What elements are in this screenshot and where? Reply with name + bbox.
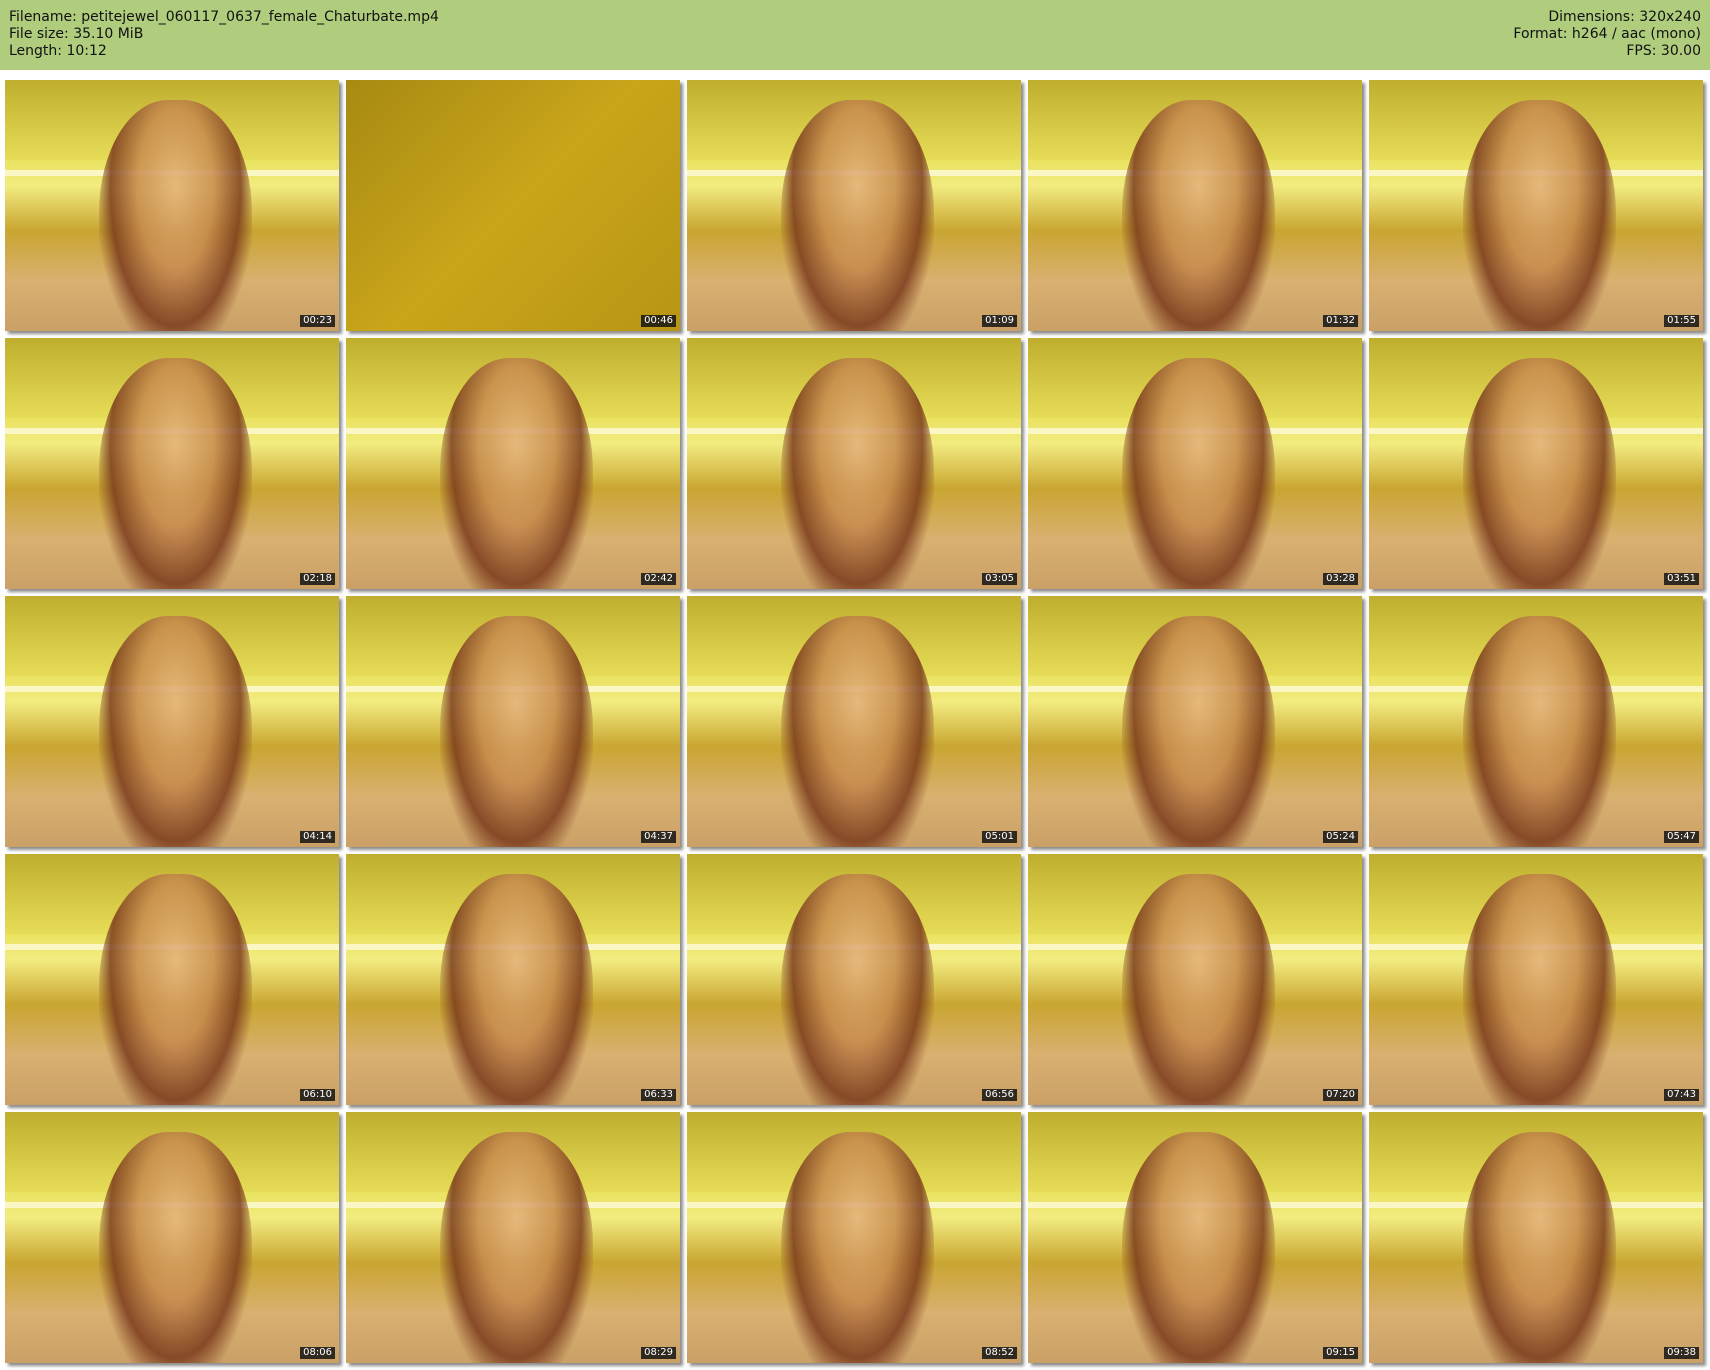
timestamp-label: 03:51 — [1664, 573, 1699, 585]
thumbnail-subject — [780, 616, 935, 847]
thumbnail-subject — [780, 874, 935, 1105]
video-thumbnail: 00:23 — [5, 80, 339, 331]
video-thumbnail: 03:05 — [687, 338, 1021, 589]
video-thumbnail: 02:42 — [346, 338, 680, 589]
video-thumbnail: 08:52 — [687, 1112, 1021, 1363]
timestamp-label: 03:28 — [1323, 573, 1358, 585]
thumbnail-subject — [98, 358, 253, 589]
timestamp-label: 00:23 — [300, 315, 335, 327]
fps: FPS: 30.00 — [1626, 43, 1701, 59]
format: Format: h264 / aac (mono) — [1513, 26, 1701, 42]
thumbnail-subject — [780, 1132, 935, 1363]
info-header: Filename: petitejewel_060117_0637_female… — [0, 0, 1710, 70]
timestamp-label: 01:55 — [1664, 315, 1699, 327]
video-thumbnail: 00:46 — [346, 80, 680, 331]
video-thumbnail: 07:43 — [1369, 854, 1703, 1105]
video-thumbnail: 04:37 — [346, 596, 680, 847]
timestamp-label: 06:56 — [982, 1089, 1017, 1101]
length: Length: 10:12 — [9, 43, 107, 59]
timestamp-label: 02:18 — [300, 573, 335, 585]
timestamp-label: 06:10 — [300, 1089, 335, 1101]
thumbnail-subject — [780, 358, 935, 589]
timestamp-label: 01:09 — [982, 315, 1017, 327]
thumbnail-subject — [1121, 1132, 1276, 1363]
thumbnail-subject — [1462, 1132, 1617, 1363]
video-thumbnail: 01:32 — [1028, 80, 1362, 331]
timestamp-label: 02:42 — [641, 573, 676, 585]
timestamp-label: 05:01 — [982, 831, 1017, 843]
dimensions: Dimensions: 320x240 — [1548, 9, 1701, 25]
filename: Filename: petitejewel_060117_0637_female… — [9, 9, 439, 25]
video-thumbnail: 05:47 — [1369, 596, 1703, 847]
thumbnail-subject — [98, 874, 253, 1105]
video-thumbnail: 01:55 — [1369, 80, 1703, 331]
video-thumbnail: 09:38 — [1369, 1112, 1703, 1363]
thumbnail-subject — [439, 358, 594, 589]
timestamp-label: 03:05 — [982, 573, 1017, 585]
thumbnail-subject — [1462, 616, 1617, 847]
thumbnail-subject — [439, 874, 594, 1105]
thumbnail-subject — [98, 616, 253, 847]
file-info-left: Filename: petitejewel_060117_0637_female… — [9, 9, 439, 60]
thumbnail-subject — [439, 616, 594, 847]
thumbnail-subject — [1121, 874, 1276, 1105]
timestamp-label: 07:20 — [1323, 1089, 1358, 1101]
thumbnail-subject — [439, 1132, 594, 1363]
timestamp-label: 09:15 — [1323, 1347, 1358, 1359]
video-thumbnail: 01:09 — [687, 80, 1021, 331]
timestamp-label: 04:37 — [641, 831, 676, 843]
timestamp-label: 07:43 — [1664, 1089, 1699, 1101]
thumbnail-subject — [1121, 616, 1276, 847]
timestamp-label: 08:29 — [641, 1347, 676, 1359]
timestamp-label: 01:32 — [1323, 315, 1358, 327]
video-thumbnail: 06:33 — [346, 854, 680, 1105]
video-thumbnail: 06:56 — [687, 854, 1021, 1105]
thumbnail-grid: 00:23 00:46 01:09 01:32 01:55 02:18 02:42 03:05… — [5, 80, 1703, 1363]
video-thumbnail: 06:10 — [5, 854, 339, 1105]
timestamp-label: 09:38 — [1664, 1347, 1699, 1359]
thumbnail-subject — [780, 100, 935, 331]
timestamp-label: 04:14 — [300, 831, 335, 843]
timestamp-label: 00:46 — [641, 315, 676, 327]
thumbnail-subject — [1462, 100, 1617, 331]
timestamp-label: 05:47 — [1664, 831, 1699, 843]
video-thumbnail: 08:06 — [5, 1112, 339, 1363]
thumbnail-subject — [1462, 358, 1617, 589]
video-thumbnail: 09:15 — [1028, 1112, 1362, 1363]
video-thumbnail: 07:20 — [1028, 854, 1362, 1105]
timestamp-label: 08:52 — [982, 1347, 1017, 1359]
thumbnail-subject — [1121, 100, 1276, 331]
timestamp-label: 05:24 — [1323, 831, 1358, 843]
thumbnail-subject — [98, 1132, 253, 1363]
timestamp-label: 08:06 — [300, 1347, 335, 1359]
file-size: File size: 35.10 MiB — [9, 26, 144, 42]
video-thumbnail: 05:24 — [1028, 596, 1362, 847]
thumbnail-subject — [98, 100, 253, 331]
file-info-right: Dimensions: 320x240 Format: h264 / aac (… — [1513, 9, 1701, 60]
video-thumbnail: 04:14 — [5, 596, 339, 847]
video-thumbnail: 02:18 — [5, 338, 339, 589]
video-thumbnail: 08:29 — [346, 1112, 680, 1363]
video-thumbnail: 03:51 — [1369, 338, 1703, 589]
video-thumbnail: 03:28 — [1028, 338, 1362, 589]
video-thumbnail: 05:01 — [687, 596, 1021, 847]
thumbnail-subject — [1462, 874, 1617, 1105]
timestamp-label: 06:33 — [641, 1089, 676, 1101]
thumbnail-subject — [1121, 358, 1276, 589]
